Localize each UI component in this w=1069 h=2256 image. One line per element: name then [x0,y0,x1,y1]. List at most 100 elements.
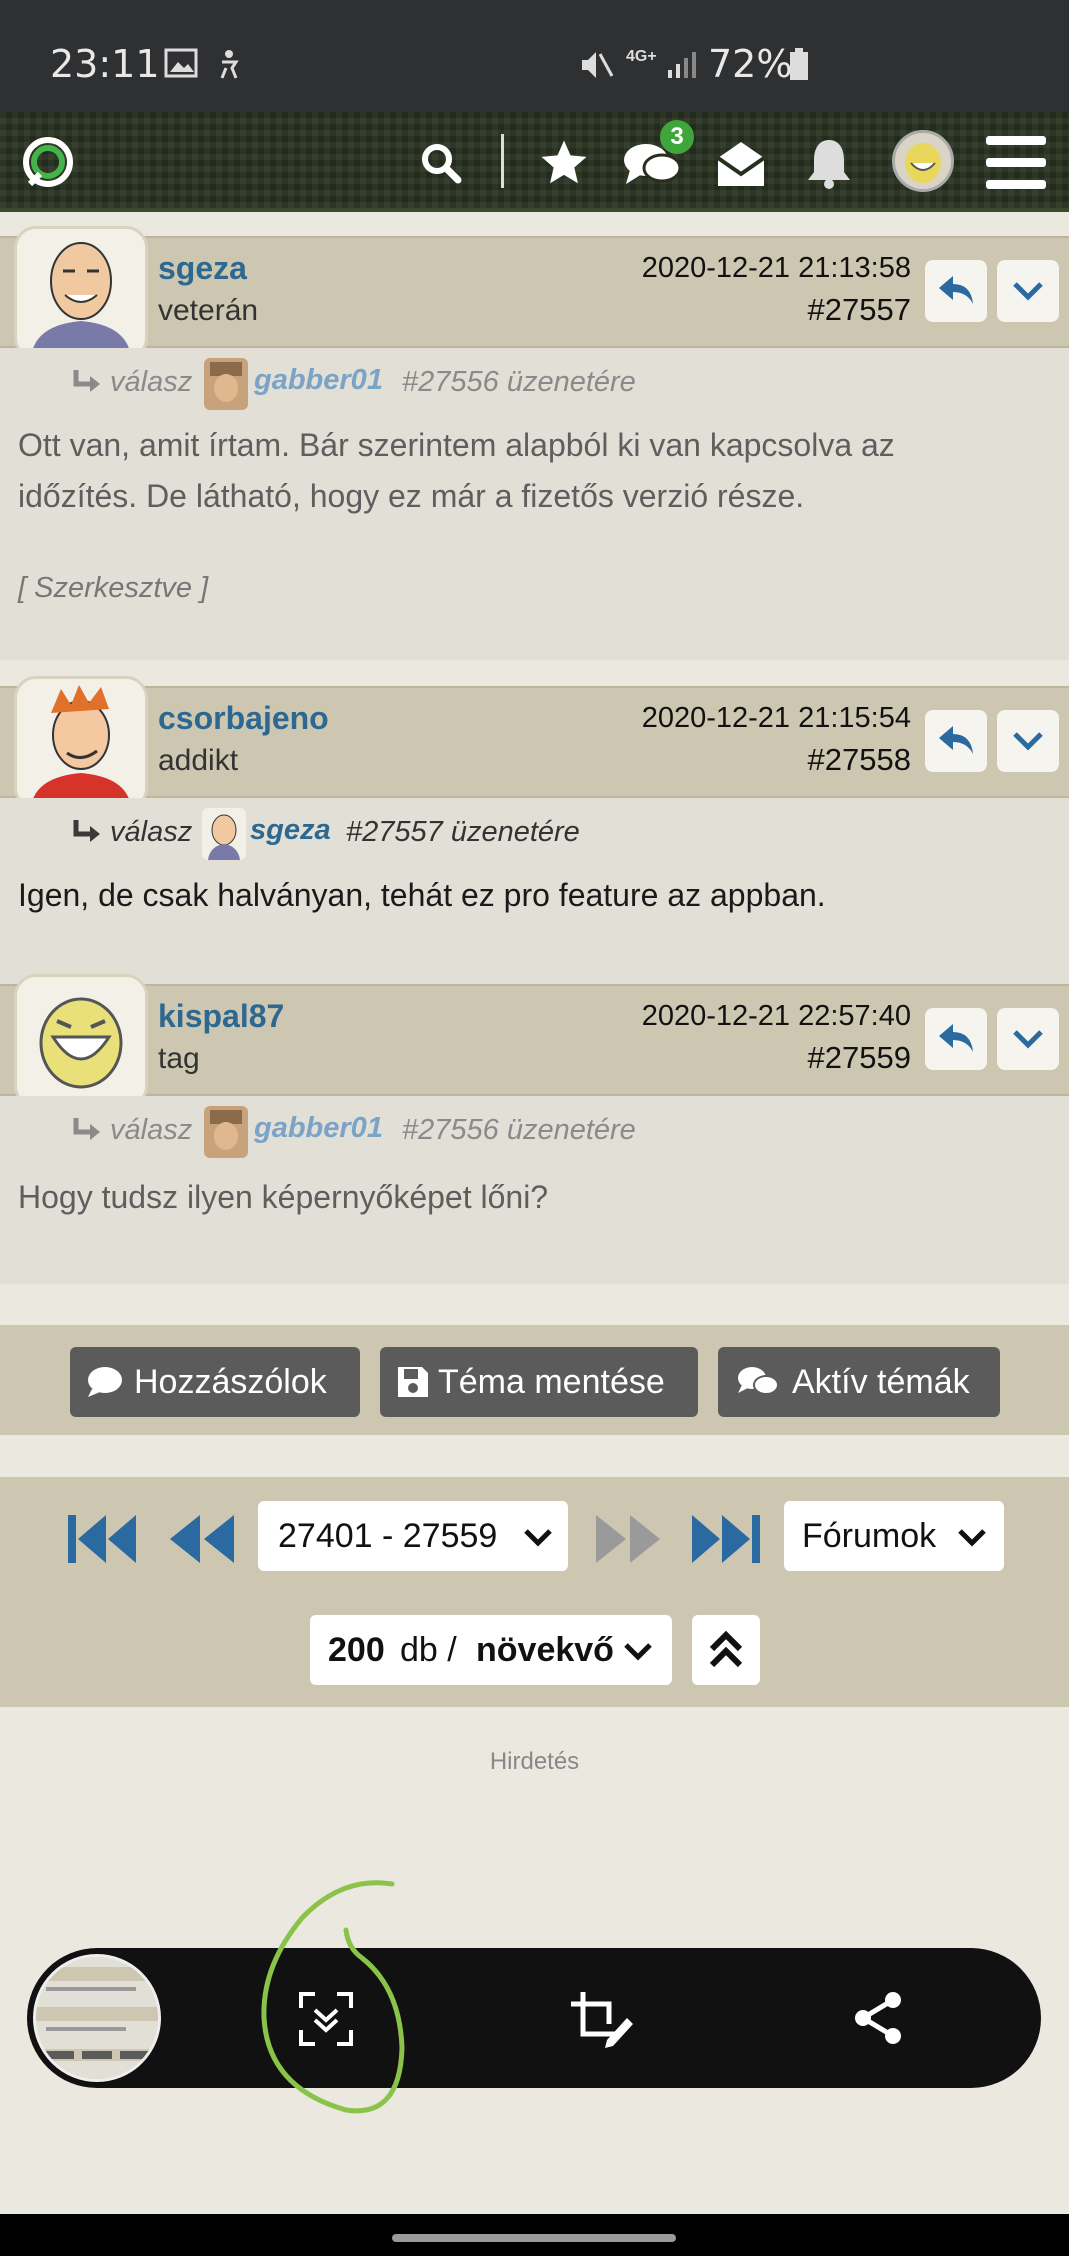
double-chevron-up-icon [709,1630,743,1668]
accessibility-icon [220,50,239,79]
reply-button[interactable] [925,260,987,322]
post-username[interactable]: sgeza [158,250,247,287]
post-text-line: Ott van, amit írtam. Bár szerintem alapb… [18,427,895,463]
previous-page-icon[interactable] [164,1511,238,1567]
avatar-gabber01-icon [204,1106,248,1158]
envelope-icon[interactable] [714,138,768,190]
sort-order: növekvő [476,1631,614,1669]
post-text-line: időzítés. De látható, hogy ez már a fize… [18,478,805,514]
crop-edit-icon[interactable] [569,1990,633,2048]
page-range-select[interactable]: 27401 - 27559 [258,1501,568,1571]
avatar-kispal87-icon [17,977,145,1105]
active-topics-button[interactable]: Aktív témák [718,1347,1000,1417]
logo-icon[interactable] [20,134,76,190]
battery-icon [790,48,808,80]
more-button[interactable] [997,710,1059,772]
post-27559: kispal87 tag 2020-12-21 22:57:40 #27559 [0,974,1069,1294]
reply-to-label: válasz [110,816,193,848]
comment-icon [88,1367,122,1397]
reply-to-arrow-icon [73,370,100,392]
signal-icon [668,52,696,78]
comment-button[interactable]: Hozzászólok [70,1347,360,1417]
messages-badge: 3 [660,120,694,154]
reply-to-label: válasz [110,1114,193,1146]
reply-to-label: válasz [110,366,193,398]
post-username[interactable]: csorbajeno [158,700,329,737]
reply-button[interactable] [925,1008,987,1070]
home-indicator[interactable] [392,2234,676,2242]
search-icon[interactable] [420,142,462,184]
share-icon[interactable] [853,1990,905,2046]
next-page-icon [596,1515,660,1563]
reply-to-post[interactable]: #27556 üzenetére [402,366,636,399]
first-page-icon[interactable] [66,1511,140,1567]
post-feed: sgeza veterán 2020-12-21 21:13:58 #27557 [0,212,1069,1294]
reply-to: válasz sgeza #27557 üzenetére [18,798,1051,870]
reply-to-user[interactable]: gabber01 [254,364,383,397]
reply-button[interactable] [925,710,987,772]
user-avatar[interactable] [892,130,954,192]
bell-icon[interactable] [806,136,852,190]
ad-label: Hirdetés [489,1748,580,1775]
chevron-down-icon [1013,732,1043,751]
sort-select[interactable]: 200 db / növekvő [310,1615,672,1685]
post-rank: tag [158,1042,200,1075]
star-icon[interactable] [536,136,592,190]
status-time: 23:11 [50,42,160,86]
reply-to-arrow-icon [73,820,100,842]
post-body: válasz gabber01 #27556 üzenetére Hogy tu… [0,1096,1069,1284]
last-page-icon[interactable] [688,1511,762,1567]
reply-to: válasz gabber01 #27556 üzenetére [18,348,1051,420]
save-topic-button[interactable]: Téma mentése [380,1347,698,1417]
reply-to-post[interactable]: #27556 üzenetére [402,1114,636,1147]
post-number[interactable]: #27559 [808,1040,911,1076]
post-date: 2020-12-21 22:57:40 [641,1000,911,1032]
post-text: Ott van, amit írtam. Bár szerintem alapb… [18,420,1051,522]
avatar[interactable] [14,676,148,810]
avatar-csorbajeno-icon [17,679,145,807]
post-date: 2020-12-21 21:15:54 [641,702,911,734]
status-bar: 23:11 4G+ 72% [0,0,1069,112]
reply-arrow-icon [939,1024,973,1052]
chevron-down-icon [1013,282,1043,301]
system-nav-bar [0,2214,1069,2256]
post-body: válasz gabber01 #27556 üzenetére Ott van… [0,348,1069,660]
forums-select-label: Fórumok [802,1517,937,1555]
more-button[interactable] [997,260,1059,322]
post-rank: veterán [158,294,259,327]
post-text: Hogy tudsz ilyen képernyőképet lőni? [18,1172,1051,1223]
battery-percent: 72% [708,42,793,86]
app-header: 3 [0,112,1069,212]
reply-to-user[interactable]: gabber01 [254,1112,383,1145]
post-text-line: Igen, de csak halványan, tehát ez pro fe… [18,877,826,913]
screenshot-thumbnail[interactable] [33,1954,161,2082]
avatar-gabber01-icon [204,358,248,410]
forums-select[interactable]: Fórumok [784,1501,1004,1571]
sort-count: 200 [328,1631,385,1669]
save-topic-label: Téma mentése [438,1363,665,1401]
reply-to-user[interactable]: sgeza [250,814,331,847]
post-text-line: Hogy tudsz ilyen képernyőképet lőni? [18,1179,549,1215]
more-button[interactable] [997,1008,1059,1070]
reply-arrow-icon [939,726,973,754]
post-header: csorbajeno addikt 2020-12-21 21:15:54 #2… [0,676,1069,810]
reply-to-avatar [204,358,248,410]
reply-to-post[interactable]: #27557 üzenetére [346,816,580,849]
menu-icon[interactable] [984,132,1048,192]
post-27557: sgeza veterán 2020-12-21 21:13:58 #27557 [0,226,1069,686]
post-rank: addikt [158,744,239,777]
avatar[interactable] [14,226,148,360]
post-number[interactable]: #27557 [808,292,911,328]
post-text: Igen, de csak halványan, tehát ez pro fe… [18,870,1051,921]
scroll-top-button[interactable] [692,1615,760,1685]
avatar[interactable] [14,974,148,1108]
post-number[interactable]: #27558 [808,742,911,778]
comments-icon [738,1367,779,1395]
pager: 27401 - 27559 Fórumok 200 db / növekvő [0,1477,1069,1707]
post-username[interactable]: kispal87 [158,998,284,1035]
save-icon [398,1367,428,1397]
comment-button-label: Hozzászólok [134,1363,327,1401]
header-divider [501,134,504,188]
post-body: válasz sgeza #27557 üzenetére Igen, de c… [0,798,1069,984]
reply-to-arrow-icon [73,1118,100,1140]
